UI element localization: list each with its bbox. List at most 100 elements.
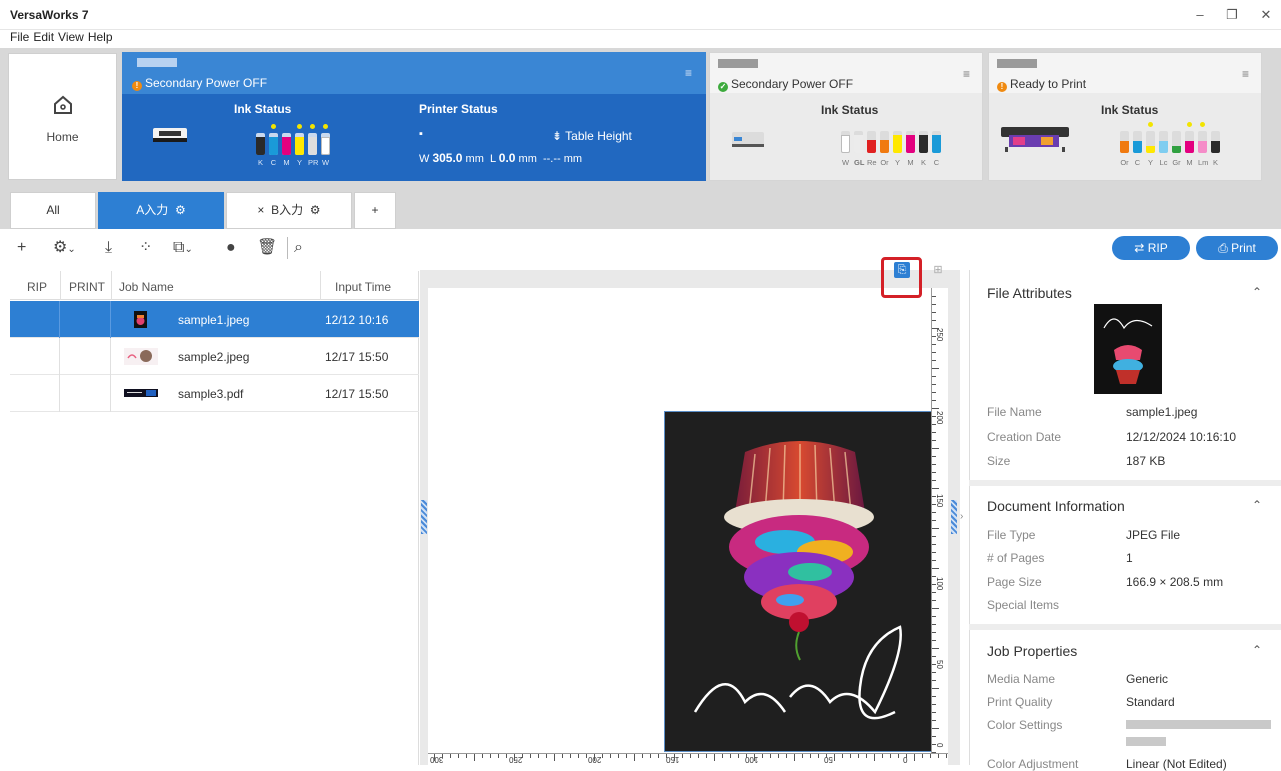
col-job-name[interactable]: Job Name — [119, 280, 174, 294]
menu-view[interactable]: View — [56, 30, 86, 44]
ruler-tick — [674, 754, 675, 761]
right-resize-handle[interactable] — [951, 500, 957, 534]
warning-icon: ! — [997, 82, 1007, 92]
layout-icon[interactable]: ⧉⌄ — [173, 239, 193, 259]
table-height: ⇟ Table Height — [552, 129, 632, 143]
menu-help[interactable]: Help — [86, 30, 115, 44]
close-button[interactable]: ✕ — [1256, 5, 1276, 25]
printer-card-1[interactable]: ! Secondary Power OFF ≡ Ink Status K C M Y PR… — [122, 52, 706, 181]
ink-level-c — [269, 124, 278, 155]
printer-menu-icon[interactable]: ≡ — [685, 66, 692, 80]
menu-file[interactable]: File — [8, 30, 31, 44]
ink-labels: W GL Re Or Y M K C — [841, 158, 941, 167]
printer-card-3[interactable]: ! Ready to Print ≡ Ink Status Or C Y Lc Gr M Lm… — [988, 52, 1262, 181]
chevron-right-icon[interactable]: › — [960, 511, 963, 522]
ruler-tick — [602, 754, 603, 758]
ruler-tick — [586, 754, 587, 758]
highlight-box — [881, 257, 922, 298]
ruler-tick — [842, 754, 843, 758]
tab-queue-a[interactable]: A入力 ⚙ — [98, 192, 224, 229]
ruler-tick — [938, 754, 939, 758]
ruler-tick — [932, 688, 939, 689]
trash-icon[interactable]: 🗑 — [257, 239, 277, 257]
ruler-label: 200 — [935, 411, 944, 425]
ruler-tick — [932, 352, 936, 353]
ink-label: Lc — [1159, 158, 1168, 167]
vertical-ruler: 250 200 150 100 50 0 — [931, 288, 948, 753]
ink-level-w — [321, 124, 330, 155]
ink-label: C — [933, 158, 940, 167]
ink-level-y — [893, 131, 902, 153]
ink-label: Y — [296, 158, 302, 167]
ruler-tick — [890, 754, 891, 758]
col-print[interactable]: PRINT — [69, 280, 105, 294]
collapse-icon[interactable]: ⌃ — [1252, 498, 1262, 512]
ruler-tick — [932, 320, 936, 321]
ruler-tick — [554, 754, 555, 761]
creation-date-value: 12/12/2024 10:16:10 — [1126, 430, 1237, 444]
document-info-title: Document Information — [987, 498, 1125, 514]
minimize-button[interactable]: – — [1190, 5, 1210, 25]
ruler-tick — [906, 754, 907, 758]
ink-label: M — [1186, 158, 1193, 167]
printer-menu-icon[interactable]: ≡ — [1242, 67, 1249, 81]
gear-icon[interactable]: ⚙ — [175, 203, 186, 217]
left-resize-handle[interactable] — [421, 500, 427, 534]
printer-menu-icon[interactable]: ≡ — [963, 67, 970, 81]
tab-all[interactable]: All — [10, 192, 96, 229]
ruler-tick — [932, 640, 936, 641]
col-rip[interactable]: RIP — [27, 280, 47, 294]
ruler-tick — [746, 754, 747, 758]
ruler-tick — [932, 560, 936, 561]
download-icon[interactable]: ⤓ — [105, 239, 112, 257]
collapse-icon[interactable]: ⌃ — [1252, 643, 1262, 657]
pages-label: # of Pages — [987, 551, 1045, 565]
col-input-time[interactable]: Input Time — [335, 280, 391, 294]
close-tab-icon[interactable]: × — [257, 203, 264, 217]
menu-edit[interactable]: Edit — [31, 30, 56, 44]
ruler-tick — [794, 754, 795, 761]
menu-bar: File Edit View Help — [0, 30, 1281, 48]
processing-icon[interactable]: ⁘ — [139, 239, 152, 257]
ruler-tick — [932, 536, 936, 537]
home-button[interactable]: Home — [8, 53, 117, 180]
table-row[interactable]: sample3.pdf 12/17 15:50 — [10, 375, 419, 412]
ink-level-gr — [1172, 131, 1181, 153]
ruler-tick — [578, 754, 579, 758]
ink-bars — [256, 124, 330, 155]
print-button[interactable]: ⎙ Print — [1196, 236, 1278, 260]
collapse-icon[interactable]: ⌃ — [1252, 285, 1262, 299]
ink-level-pr — [308, 124, 317, 155]
ruler-tick — [932, 568, 939, 569]
printer-card-2[interactable]: ✓ Secondary Power OFF ≡ Ink Status W GL Re O… — [709, 52, 983, 181]
stop-icon[interactable]: ● — [226, 239, 236, 257]
ruler-tick — [932, 704, 936, 705]
ruler-tick — [932, 328, 939, 329]
ruler-tick — [522, 754, 523, 758]
queue-settings-icon[interactable]: ⚙⌄ — [53, 239, 76, 259]
ruler-tick — [490, 754, 491, 758]
ruler-tick — [450, 754, 451, 758]
ink-label: K — [1212, 158, 1218, 167]
table-row[interactable]: sample2.jpeg 12/17 15:50 — [10, 338, 419, 375]
ruler-tick — [946, 754, 947, 758]
tab-queue-b[interactable]: × B入力 ⚙ — [226, 192, 352, 229]
printer-dimensions: W 305.0 mm L 0.0 mm --.-- mm — [419, 151, 583, 165]
preview-artwork[interactable] — [664, 411, 932, 752]
table-row[interactable]: sample1.jpeg 12/12 10:16 — [10, 301, 419, 338]
search-icon[interactable]: ⌕ — [294, 239, 303, 257]
rip-button[interactable]: ⇄ RIP — [1112, 236, 1190, 260]
tile-view-icon[interactable]: ⊞ — [930, 262, 946, 278]
maximize-button[interactable]: ❐ — [1222, 5, 1242, 25]
gear-icon[interactable]: ⚙ — [310, 203, 321, 217]
size-value: 187 KB — [1126, 454, 1166, 468]
add-queue-button[interactable]: + — [354, 192, 396, 229]
ruler-tick — [874, 754, 875, 761]
ink-level-c — [932, 131, 941, 153]
ruler-tick — [932, 680, 936, 681]
ruler-label: 100 — [935, 577, 944, 591]
ruler-tick — [770, 754, 771, 758]
column-divider — [111, 271, 112, 300]
ink-level-k — [1211, 131, 1220, 153]
add-job-icon[interactable]: + — [17, 239, 26, 257]
